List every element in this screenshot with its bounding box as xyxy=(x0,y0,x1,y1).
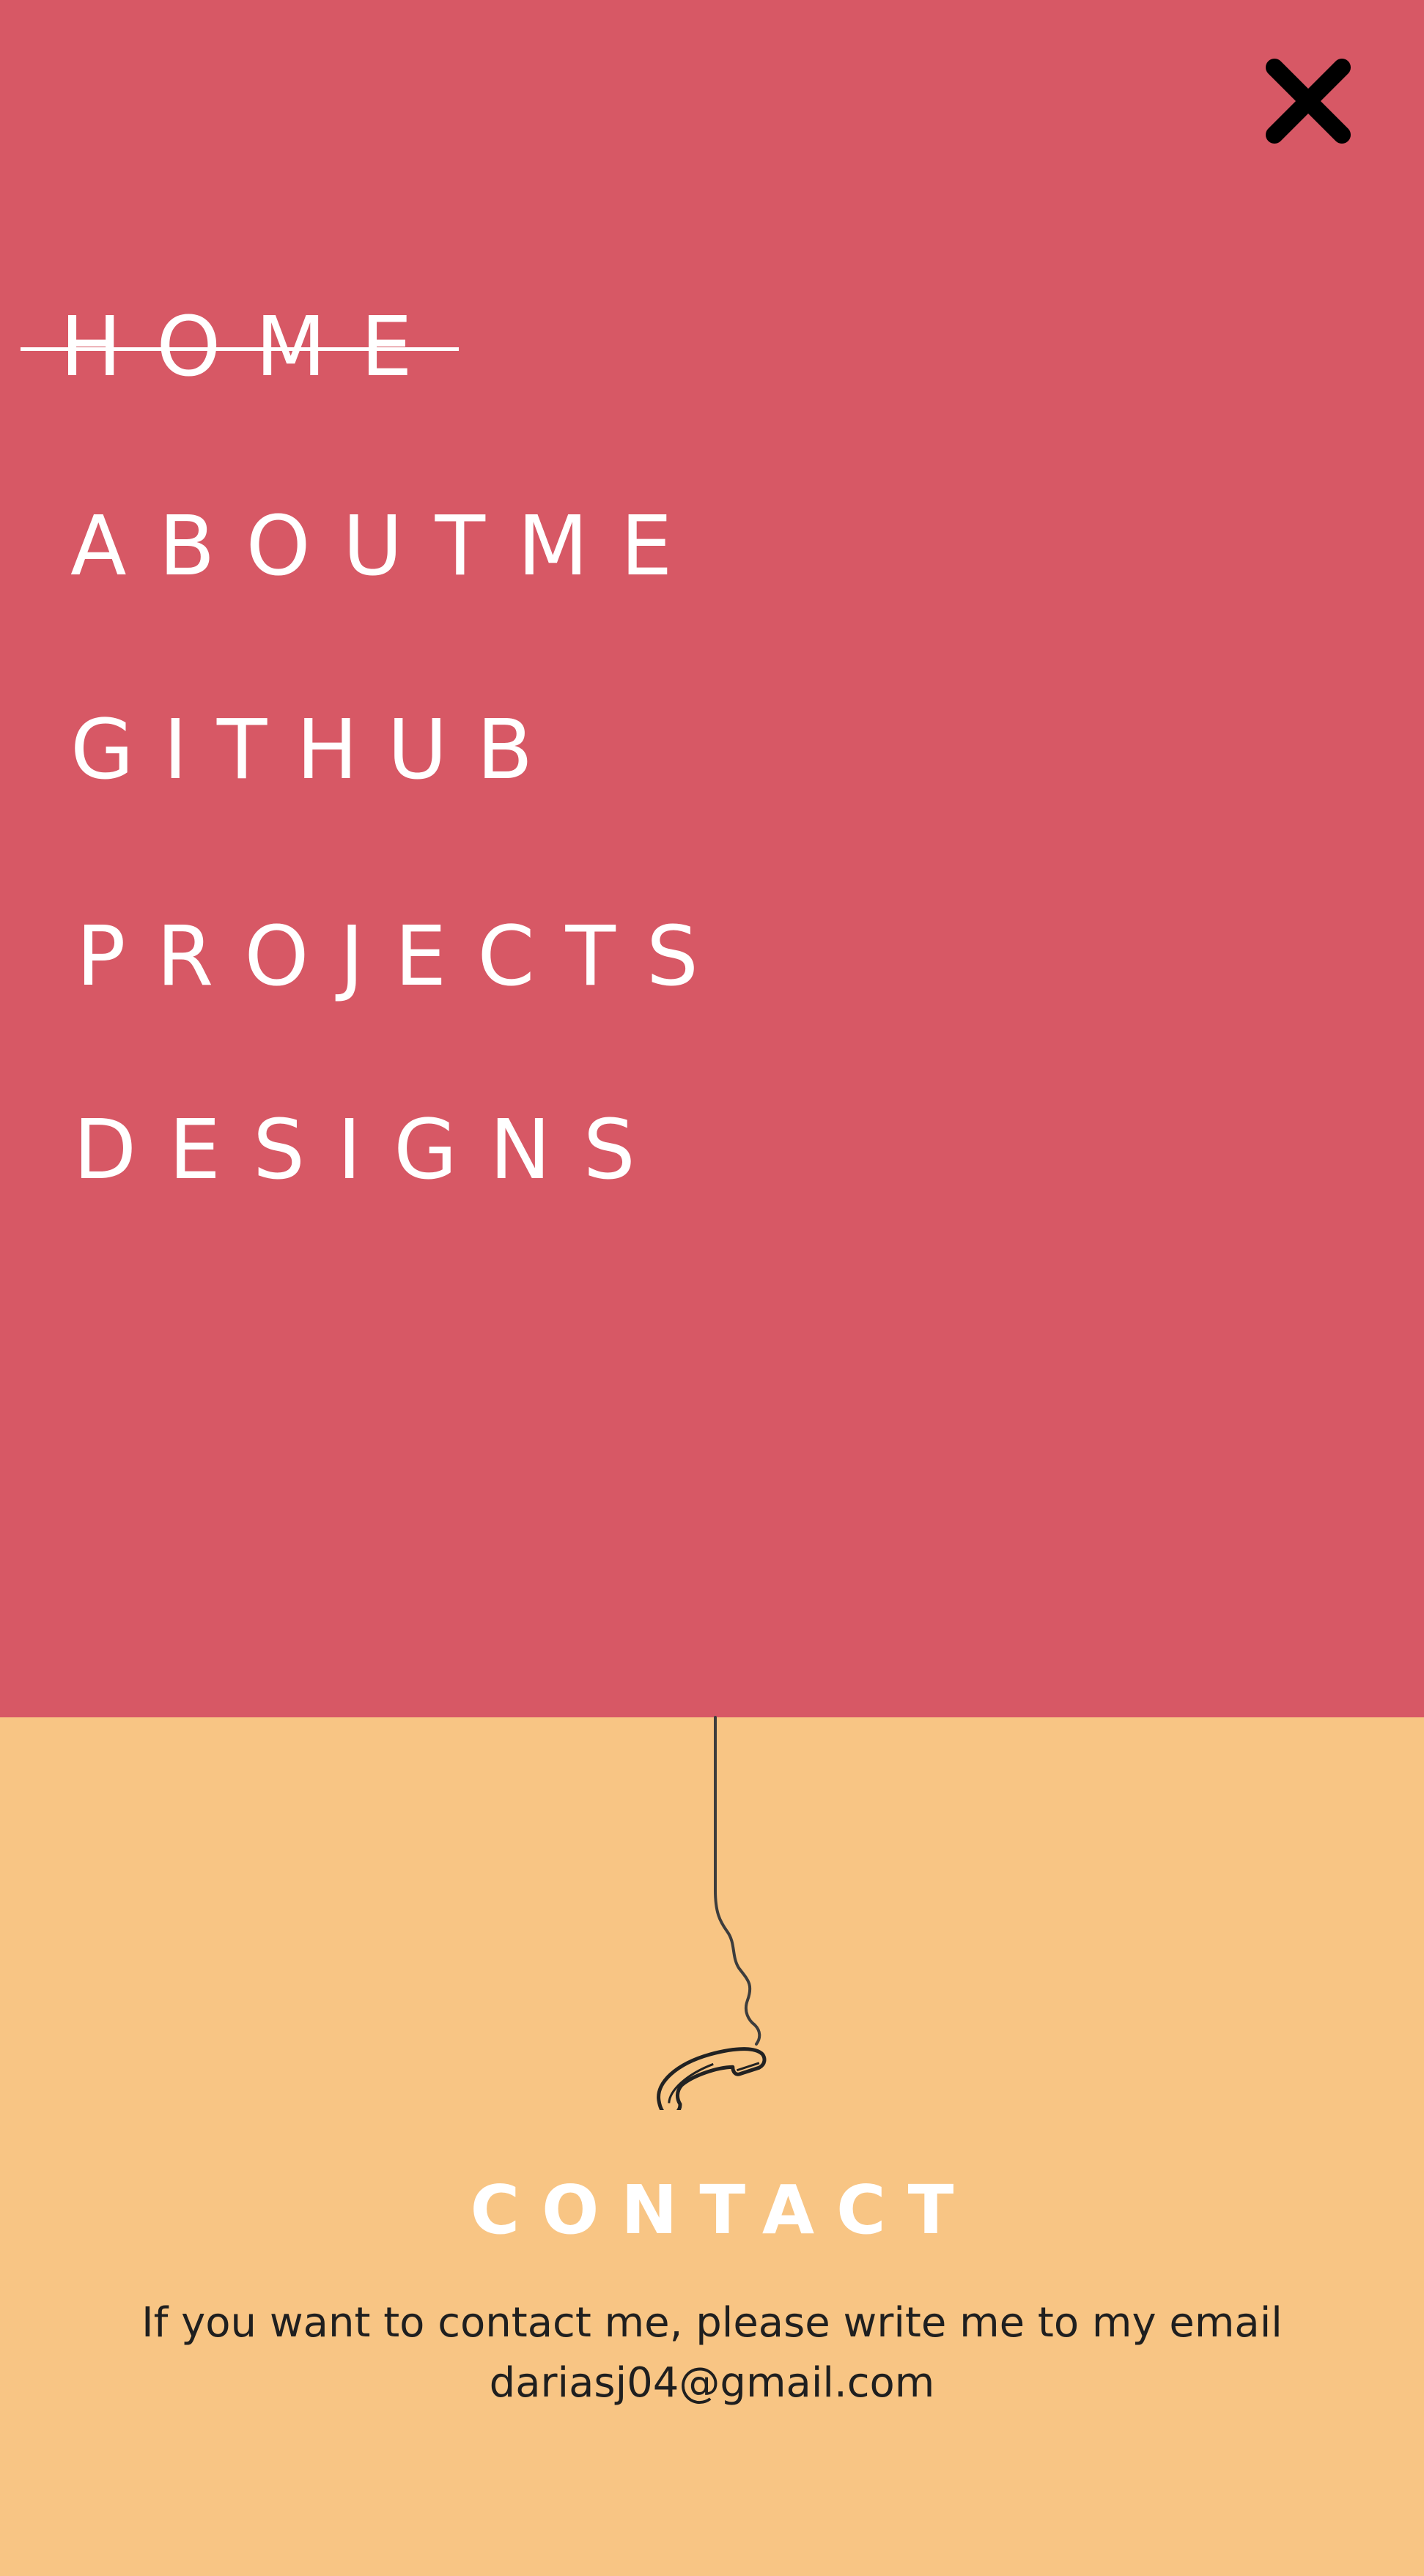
nav-item-about-me-label: ABOUTME xyxy=(70,499,705,594)
menu-panel: HOME ABOUTME GITHUB PROJECTS DESIGNS xyxy=(0,0,1424,1717)
contact-description: If you want to contact me, please write … xyxy=(0,2293,1424,2413)
nav-item-github[interactable]: GITHUB xyxy=(70,709,562,791)
contact-title: CONTACT xyxy=(470,2171,976,2249)
nav-item-projects-label: PROJECTS xyxy=(76,909,730,1004)
close-icon[interactable] xyxy=(1250,42,1367,160)
contact-email[interactable]: dariasj04@gmail.com xyxy=(0,2353,1424,2413)
nav-item-designs[interactable]: DESIGNS xyxy=(73,1109,668,1191)
nav-item-designs-label: DESIGNS xyxy=(73,1103,668,1198)
hanging-phone-icon xyxy=(657,1716,767,2110)
nav-item-about-me[interactable]: ABOUTME xyxy=(70,506,704,588)
contact-message: If you want to contact me, please write … xyxy=(141,2299,1283,2347)
active-strikethrough xyxy=(21,347,459,351)
close-menu-button[interactable] xyxy=(1250,42,1367,160)
nav-item-github-label: GITHUB xyxy=(70,703,563,798)
nav-item-projects[interactable]: PROJECTS xyxy=(76,916,729,998)
